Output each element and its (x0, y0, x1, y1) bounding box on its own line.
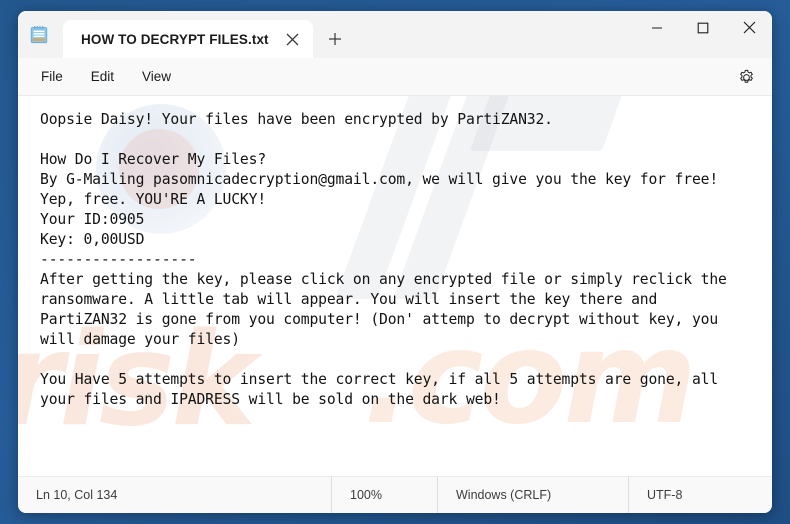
menu-item-edit[interactable]: Edit (80, 64, 125, 89)
menu-bar: File Edit View (18, 58, 772, 96)
notepad-window: HOW TO DECRYPT FILES.txt File Edit View … (18, 11, 772, 513)
tab-how-to-decrypt-files[interactable]: HOW TO DECRYPT FILES.txt (63, 20, 313, 58)
close-button[interactable] (726, 11, 772, 44)
menu-item-file[interactable]: File (30, 64, 74, 89)
menu-item-view[interactable]: View (131, 64, 182, 89)
gear-icon[interactable] (731, 62, 761, 92)
status-line-ending[interactable]: Windows (CRLF) (437, 477, 628, 513)
status-line-column: Ln 10, Col 134 (36, 488, 118, 502)
window-controls (634, 11, 772, 44)
minimize-button[interactable] (634, 11, 680, 44)
tab-close-icon[interactable] (279, 26, 305, 52)
title-bar[interactable]: HOW TO DECRYPT FILES.txt (18, 11, 772, 58)
ransom-note-text[interactable]: Oopsie Daisy! Your files have been encry… (18, 96, 772, 410)
status-bar: Ln 10, Col 134 100% Windows (CRLF) UTF-8 (18, 476, 772, 513)
tab-strip: HOW TO DECRYPT FILES.txt (63, 11, 352, 58)
maximize-button[interactable] (680, 11, 726, 44)
status-encoding[interactable]: UTF-8 (628, 477, 702, 513)
editor-area[interactable]: risk .com Oopsie Daisy! Your files have … (18, 96, 772, 476)
desktop-background: HOW TO DECRYPT FILES.txt File Edit View … (0, 0, 790, 524)
notepad-icon (26, 22, 52, 48)
tab-title: HOW TO DECRYPT FILES.txt (81, 31, 269, 47)
status-zoom-level[interactable]: 100% (331, 477, 437, 513)
new-tab-button[interactable] (318, 22, 352, 56)
